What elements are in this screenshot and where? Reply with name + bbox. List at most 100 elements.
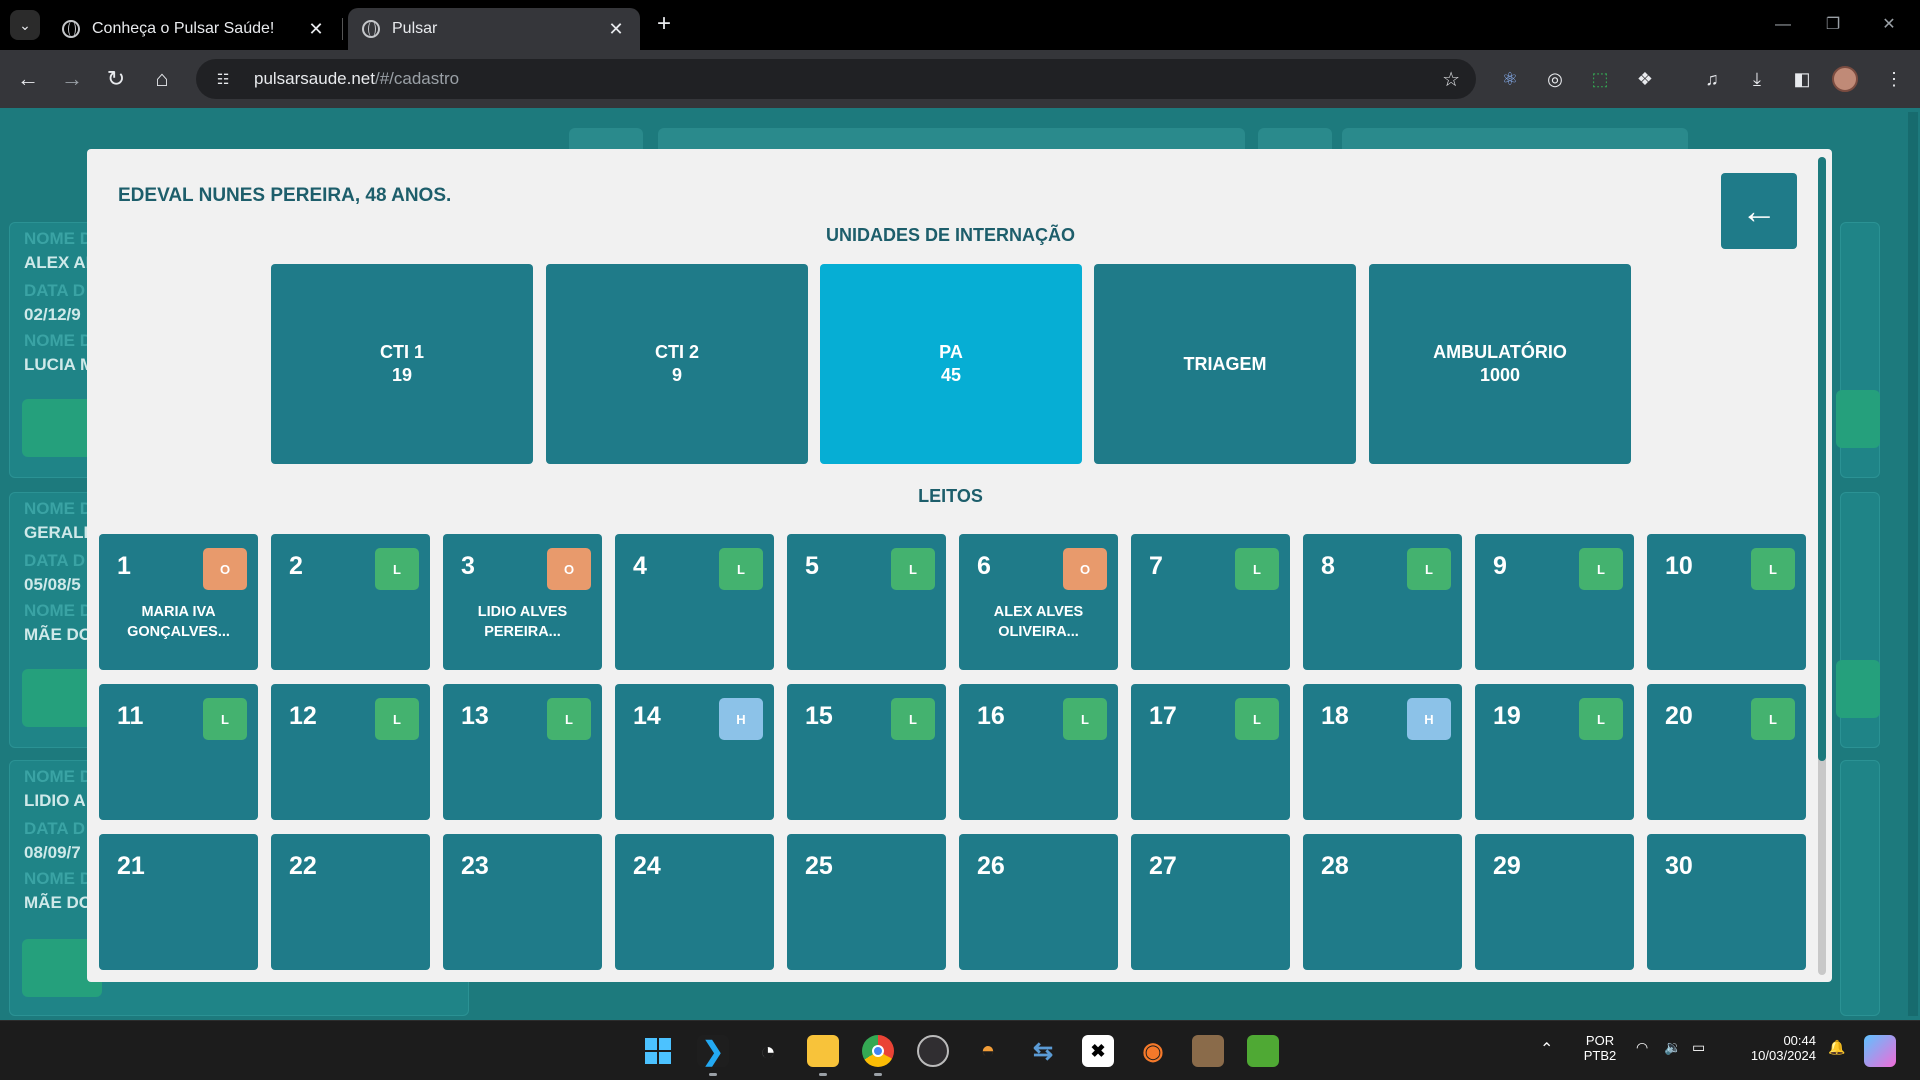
notification-bell-icon[interactable]: 🔔 [1828, 1039, 1845, 1056]
minecraft-launcher-icon[interactable] [1192, 1035, 1224, 1067]
tab-search-button[interactable]: ⌄ [10, 10, 40, 40]
windows-start-icon[interactable] [642, 1035, 674, 1067]
bed-card-3[interactable]: 3 O LIDIO ALVES PEREIRA... [443, 534, 602, 670]
bed-card-17[interactable]: 17 L [1131, 684, 1290, 820]
input-language[interactable]: POR PTB2 [1582, 1033, 1618, 1063]
side-panel-icon[interactable]: ◧ [1786, 63, 1818, 95]
clock[interactable]: 00:44 10/03/2024 [1734, 1033, 1816, 1063]
unit-cti-1[interactable]: CTI 1 19 [271, 264, 533, 464]
react-devtools-icon[interactable]: ⚛ [1494, 63, 1526, 95]
bed-card-9[interactable]: 9L [1475, 534, 1634, 670]
page-scrollbar[interactable] [1908, 112, 1918, 1016]
patient-name-line: PEREIRA... [484, 624, 561, 640]
extensions-puzzle-icon[interactable]: ❖ [1629, 63, 1661, 95]
file-explorer-icon[interactable] [807, 1035, 839, 1067]
obs-studio-icon[interactable] [917, 1035, 949, 1067]
bg-value: LIDIO A [24, 791, 86, 810]
bed-card-18[interactable]: 18 H [1303, 684, 1462, 820]
target-extension-icon[interactable]: ◎ [1539, 63, 1571, 95]
minimize-window-button[interactable]: — [1760, 10, 1806, 40]
bed-card-26[interactable]: 26 [959, 834, 1118, 970]
bed-card-2[interactable]: 2L [271, 534, 430, 670]
forward-arrow-icon[interactable]: → [56, 63, 88, 95]
bed-card-22[interactable]: 22 [271, 834, 430, 970]
bed-card-7[interactable]: 7L [1131, 534, 1290, 670]
bed-status-badge: H [719, 698, 763, 740]
bed-card-19[interactable]: 19 L [1475, 684, 1634, 820]
bed-card-21[interactable]: 21 [99, 834, 258, 970]
media-control-icon[interactable]: ♫ [1696, 63, 1728, 95]
unit-pa[interactable]: PA 45 [820, 264, 1082, 464]
unit-cti-2[interactable]: CTI 2 9 [546, 264, 808, 464]
bg-label: NOME D [24, 767, 92, 786]
bg-label: NOME D [24, 499, 92, 518]
chrome-menu-icon[interactable]: ⋮ [1878, 63, 1910, 95]
bed-number: 2 [289, 552, 303, 580]
bed-card-30[interactable]: 30 [1647, 834, 1806, 970]
screenshot-extension-icon[interactable]: ⬚ [1584, 63, 1616, 95]
restore-window-button[interactable]: ❐ [1810, 10, 1856, 40]
blender-icon[interactable]: ◉ [1137, 1035, 1169, 1067]
browser-tab-conheca[interactable]: Conheça o Pulsar Saúde! ✕ [48, 8, 340, 50]
home-icon[interactable]: ⌂ [146, 63, 178, 95]
url-text[interactable]: pulsarsaude.net/#/cadastro [254, 69, 1442, 89]
show-hidden-icons-chevron[interactable]: ⌃ [1540, 1039, 1553, 1059]
close-window-button[interactable]: ✕ [1866, 10, 1912, 40]
capcut-icon[interactable]: ✖ [1082, 1035, 1114, 1067]
bed-number: 14 [633, 702, 661, 730]
new-tab-button[interactable]: + [650, 11, 678, 39]
bed-card-20[interactable]: 20 L [1647, 684, 1806, 820]
bed-card-23[interactable]: 23 [443, 834, 602, 970]
bed-card-13[interactable]: 13 L [443, 684, 602, 820]
bed-card-16[interactable]: 16 L [959, 684, 1118, 820]
copilot-icon[interactable] [1864, 1035, 1896, 1067]
download-icon[interactable]: ⤓ [1741, 63, 1773, 95]
unit-triagem[interactable]: TRIAGEM [1094, 264, 1356, 464]
app-icon[interactable]: ◓ [972, 1035, 1004, 1067]
battery-icon[interactable]: ▭ [1692, 1039, 1705, 1056]
app-icon[interactable]: ⇆ [1027, 1035, 1059, 1067]
bookmark-star-icon[interactable]: ☆ [1442, 67, 1460, 92]
bed-card-11[interactable]: 11 L [99, 684, 258, 820]
github-desktop-icon[interactable]: ◔ [752, 1035, 784, 1067]
bed-card-27[interactable]: 27 [1131, 834, 1290, 970]
vscode-icon[interactable]: ❯ [697, 1035, 729, 1067]
bed-patient-name: ALEX ALVES OLIVEIRA... [969, 602, 1108, 642]
site-info-icon[interactable]: ☷ [212, 68, 234, 90]
bed-status-badge: H [1407, 698, 1451, 740]
address-bar[interactable]: ☷ pulsarsaude.net/#/cadastro ☆ [196, 59, 1476, 99]
beds-heading: LEITOS [918, 486, 983, 506]
bed-status-badge: L [375, 698, 419, 740]
close-tab-icon[interactable]: ✕ [606, 19, 626, 40]
chrome-icon[interactable] [862, 1035, 894, 1067]
bed-number: 16 [977, 702, 1005, 730]
bg-label: NOME D [24, 869, 92, 888]
modal-scrollbar-thumb[interactable] [1818, 157, 1826, 761]
profile-avatar[interactable] [1832, 66, 1858, 92]
bed-card-25[interactable]: 25 [787, 834, 946, 970]
volume-icon[interactable]: 🔉 [1664, 1039, 1681, 1056]
bed-card-24[interactable]: 24 [615, 834, 774, 970]
bed-card-15[interactable]: 15 L [787, 684, 946, 820]
bed-card-1[interactable]: 1 O MARIA IVA GONÇALVES... [99, 534, 258, 670]
bed-card-8[interactable]: 8L [1303, 534, 1462, 670]
unit-name: TRIAGEM [1183, 353, 1267, 374]
bed-card-12[interactable]: 12 L [271, 684, 430, 820]
back-arrow-icon[interactable]: ← [12, 63, 44, 95]
close-tab-icon[interactable]: ✕ [306, 19, 326, 40]
bed-card-29[interactable]: 29 [1475, 834, 1634, 970]
minecraft-creeper-icon[interactable] [1247, 1035, 1279, 1067]
bed-patient-name: MARIA IVA GONÇALVES... [109, 602, 248, 642]
wifi-icon[interactable]: ◠ [1636, 1039, 1648, 1056]
bed-card-6[interactable]: 6 O ALEX ALVES OLIVEIRA... [959, 534, 1118, 670]
bed-card-28[interactable]: 28 [1303, 834, 1462, 970]
page-viewport: NOME D ALEX AL DATA D 02/12/9 NOME D LUC… [0, 108, 1920, 1020]
bed-card-4[interactable]: 4L [615, 534, 774, 670]
reload-icon[interactable]: ↻ [100, 63, 132, 95]
browser-tab-pulsar[interactable]: Pulsar ✕ [348, 8, 640, 50]
bed-card-10[interactable]: 10 L [1647, 534, 1806, 670]
background-action-button [1836, 660, 1880, 718]
bed-card-5[interactable]: 5L [787, 534, 946, 670]
unit-ambulatorio[interactable]: AMBULATÓRIO 1000 [1369, 264, 1631, 464]
bed-card-14[interactable]: 14 H [615, 684, 774, 820]
